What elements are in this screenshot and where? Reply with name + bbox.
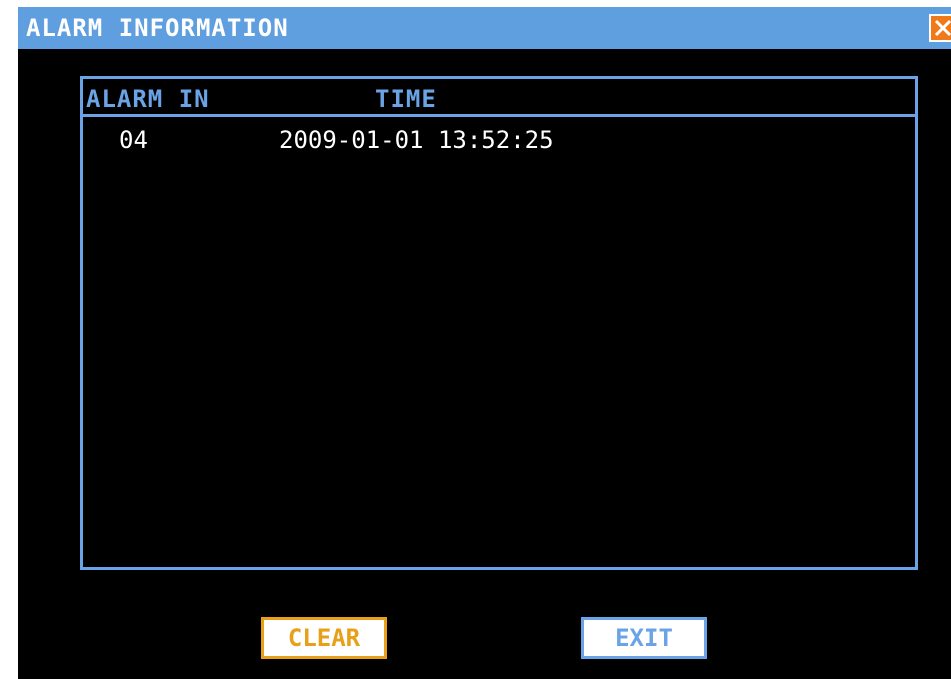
exit-button[interactable]: EXIT bbox=[581, 617, 707, 659]
list-row[interactable]: 04 2009-01-01 13:52:25 bbox=[83, 123, 915, 159]
column-header-alarm-in: ALARM IN bbox=[86, 85, 210, 113]
column-header-time: TIME bbox=[375, 85, 437, 113]
title-bar: ALARM INFORMATION bbox=[18, 7, 951, 49]
close-icon bbox=[934, 19, 951, 37]
alarm-list[interactable]: ALARM IN TIME 04 2009-01-01 13:52:25 bbox=[80, 76, 918, 570]
alarm-in-cell: 04 bbox=[119, 126, 148, 154]
clear-button[interactable]: CLEAR bbox=[261, 617, 387, 659]
alarm-information-window: ALARM INFORMATION ALARM IN TIME 04 2009-… bbox=[18, 7, 951, 679]
close-button[interactable] bbox=[929, 14, 951, 42]
time-cell: 2009-01-01 13:52:25 bbox=[279, 126, 554, 154]
list-header: ALARM IN TIME bbox=[83, 79, 915, 117]
window-title: ALARM INFORMATION bbox=[26, 14, 289, 42]
